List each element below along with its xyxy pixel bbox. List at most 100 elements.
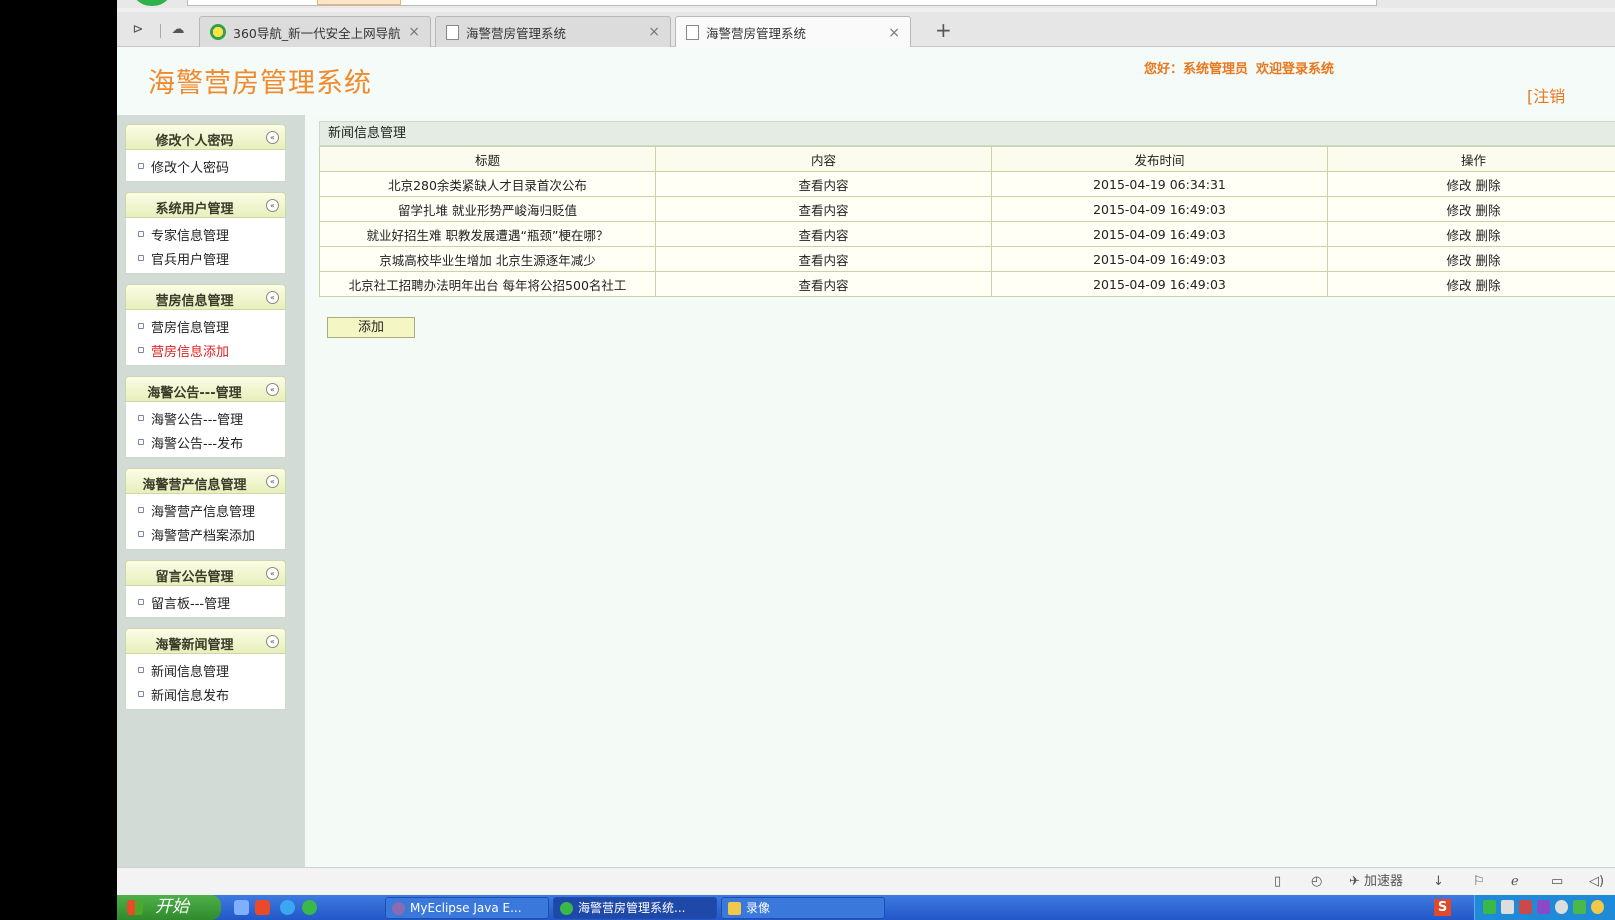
tab-close-icon[interactable]: × <box>408 24 420 40</box>
edit-link[interactable]: 修改 <box>1446 228 1471 243</box>
tray-app-icon[interactable] <box>1483 900 1496 914</box>
sidebar-item-experts[interactable]: 专家信息管理 <box>126 222 285 246</box>
collapse-icon[interactable]: « <box>266 131 279 144</box>
view-content-link[interactable]: 查看内容 <box>655 171 992 197</box>
task-recording-folder[interactable]: 录像 <box>721 897 885 919</box>
tab-close-icon[interactable]: × <box>648 24 660 40</box>
sidebar-item-news-manage[interactable]: 新闻信息管理 <box>126 658 285 682</box>
collapse-icon[interactable]: « <box>266 291 279 304</box>
sidebar-item-message-board[interactable]: 留言板---管理 <box>126 590 285 614</box>
tab-barracks-system-active[interactable]: 海警营房管理系统 × <box>675 16 911 48</box>
bullet-icon <box>138 439 144 445</box>
menu-group-header[interactable]: 系统用户管理 « <box>125 192 286 218</box>
view-content-link[interactable]: 查看内容 <box>655 271 992 297</box>
tray-app-icon[interactable] <box>1573 900 1586 914</box>
mobile-icon[interactable]: ▯ <box>1274 874 1281 890</box>
sidebar-item-barracks-manage[interactable]: 营房信息管理 <box>126 314 285 338</box>
view-content-link[interactable]: 查看内容 <box>655 196 992 222</box>
browser-status-bar: ▯ ◴ ✈ 加速器 ↓ ⚐ ℯ ▭ ◁) <box>117 867 1615 895</box>
menu-group-title: 海警公告---管理 <box>147 386 242 401</box>
sidebar-item-label: 海警公告---发布 <box>151 436 244 452</box>
delete-link[interactable]: 删除 <box>1476 203 1501 218</box>
sidebar-item-change-password[interactable]: 修改个人密码 <box>126 154 285 178</box>
sidebar-item-label: 海警营产档案添加 <box>151 528 256 544</box>
menu-group-header[interactable]: 海警营产信息管理 « <box>125 468 286 494</box>
news-title-cell: 就业好招生难 职教发展遭遇“瓶颈”梗在哪？ <box>319 221 656 247</box>
add-button[interactable]: 添加 <box>327 317 415 338</box>
volume-icon[interactable]: ◁) <box>1589 874 1604 890</box>
sogou-ime-icon[interactable]: S <box>1434 899 1451 916</box>
menu-group-header[interactable]: 海警公告---管理 « <box>125 376 286 402</box>
delete-link[interactable]: 删除 <box>1476 278 1501 293</box>
download-icon[interactable]: ↓ <box>1433 874 1444 890</box>
sidebar-item-soldiers[interactable]: 官兵用户管理 <box>126 246 285 270</box>
sidebar-item-barracks-add[interactable]: 营房信息添加 <box>126 338 285 362</box>
sidebar-item-notices-publish[interactable]: 海警公告---发布 <box>126 430 285 454</box>
news-title-cell: 北京社工招聘办法明年出台 每年将公招500名社工 <box>319 271 656 297</box>
start-button[interactable]: 开始 <box>117 895 221 920</box>
bullet-icon <box>138 163 144 169</box>
collapse-icon[interactable]: « <box>266 567 279 580</box>
delete-link[interactable]: 删除 <box>1476 228 1501 243</box>
bullet-icon <box>138 507 144 513</box>
tab-barracks-system-1[interactable]: 海警营房管理系统 × <box>435 16 671 47</box>
sidebar: 修改个人密码 « 修改个人密码 系统用户管理 « 专家信息管理 官兵用户管理 营… <box>117 115 305 867</box>
publish-time-cell: 2015-04-09 16:49:03 <box>991 246 1328 272</box>
panel-title: 新闻信息管理 <box>319 121 1615 146</box>
edit-link[interactable]: 修改 <box>1446 278 1471 293</box>
menu-group-header[interactable]: 海警新闻管理 « <box>125 628 286 654</box>
news-title-cell: 留学扎堆 就业形势严峻海归贬值 <box>319 196 656 222</box>
menu-group-header[interactable]: 修改个人密码 « <box>125 124 286 150</box>
sidebar-toggle-icon[interactable]: ⊳ <box>129 21 147 39</box>
menu-group-title: 海警新闻管理 <box>155 638 234 653</box>
sidebar-item-assets-add[interactable]: 海警营产档案添加 <box>126 522 285 546</box>
task-barracks-browser[interactable]: 海警营房管理系统... <box>553 897 717 919</box>
edit-link[interactable]: 修改 <box>1446 178 1471 193</box>
delete-link[interactable]: 删除 <box>1476 253 1501 268</box>
actions-cell: 修改 删除 <box>1327 171 1615 197</box>
quicklaunch-desktop-icon[interactable] <box>234 900 249 915</box>
menu-group-header[interactable]: 留言公告管理 « <box>125 560 286 586</box>
windows-flag-icon <box>127 900 143 915</box>
view-content-link[interactable]: 查看内容 <box>655 246 992 272</box>
delete-link[interactable]: 删除 <box>1476 178 1501 193</box>
quicklaunch-360-icon[interactable] <box>302 900 317 915</box>
sidebar-item-label: 专家信息管理 <box>151 228 230 244</box>
tray-360-icon[interactable] <box>1591 900 1604 914</box>
edit-link[interactable]: 修改 <box>1446 253 1471 268</box>
cloud-icon[interactable]: ☁ <box>169 21 187 39</box>
menu-group-header[interactable]: 营房信息管理 « <box>125 284 286 310</box>
task-label: 海警营房管理系统... <box>578 901 686 915</box>
menu-group-users: 系统用户管理 « 专家信息管理 官兵用户管理 <box>125 192 286 274</box>
tray-app-icon[interactable] <box>1537 900 1550 914</box>
tray-security-icon[interactable] <box>1519 900 1532 914</box>
menu-group-body: 修改个人密码 <box>125 150 286 182</box>
accelerator-button[interactable]: ✈ 加速器 <box>1349 874 1403 890</box>
window-icon[interactable]: ▭ <box>1551 874 1563 890</box>
ie-mode-icon[interactable]: ℯ <box>1511 874 1519 890</box>
browser-logo-icon[interactable] <box>131 0 173 6</box>
sidebar-item-assets-manage[interactable]: 海警营产信息管理 <box>126 498 285 522</box>
menu-group-body: 新闻信息管理 新闻信息发布 <box>125 654 286 710</box>
edit-link[interactable]: 修改 <box>1446 203 1471 218</box>
view-content-link[interactable]: 查看内容 <box>655 221 992 247</box>
collapse-icon[interactable]: « <box>266 475 279 488</box>
flag-icon[interactable]: ⚐ <box>1473 874 1485 890</box>
tray-network-icon[interactable] <box>1501 900 1514 914</box>
sidebar-item-news-publish[interactable]: 新闻信息发布 <box>126 682 285 706</box>
task-myeclipse[interactable]: MyEclipse Java E... <box>385 897 549 919</box>
collapse-icon[interactable]: « <box>266 383 279 396</box>
collapse-icon[interactable]: « <box>266 635 279 648</box>
quicklaunch-app-icon[interactable] <box>255 900 270 915</box>
sidebar-item-notices-manage[interactable]: 海警公告---管理 <box>126 406 285 430</box>
tab-360-nav[interactable]: 360导航_新一代安全上网导航 × <box>199 16 431 47</box>
page-viewport: 海警营房管理系统 您好：系统管理员 欢迎登录系统 [注销 修改个人密码 « 修改个… <box>117 47 1615 867</box>
tab-close-icon[interactable]: × <box>888 25 900 41</box>
speed-icon[interactable]: ◴ <box>1311 874 1322 890</box>
logout-link[interactable]: [注销 <box>1527 83 1565 107</box>
address-bar-highlight <box>317 0 401 5</box>
quicklaunch-ie-icon[interactable] <box>280 900 295 915</box>
tray-volume-icon[interactable] <box>1555 900 1568 914</box>
new-tab-icon[interactable]: + <box>935 20 952 40</box>
collapse-icon[interactable]: « <box>266 199 279 212</box>
